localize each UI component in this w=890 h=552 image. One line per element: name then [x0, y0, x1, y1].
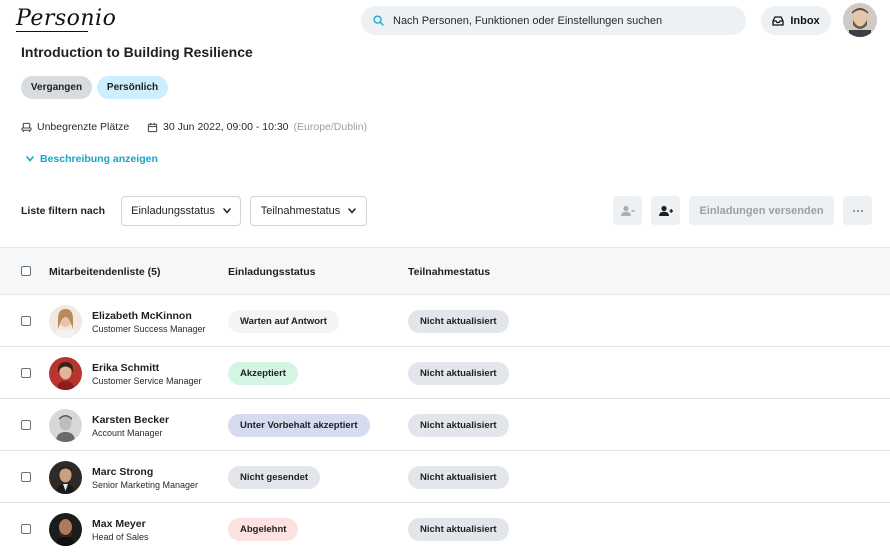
invite-status-filter[interactable]: Einladungsstatus — [121, 196, 241, 226]
row-checkbox[interactable] — [21, 472, 31, 482]
avatar — [49, 305, 82, 338]
add-participant-button[interactable] — [651, 196, 680, 225]
employee-role: Senior Marketing Manager — [92, 480, 199, 490]
more-horizontal-icon — [852, 209, 864, 213]
show-description-label: Beschreibung anzeigen — [40, 153, 158, 165]
invite-status-badge: Unter Vorbehalt akzeptiert — [228, 414, 370, 437]
column-header-employees[interactable]: Mitarbeitendenliste (5) — [49, 266, 160, 278]
attendance-status-badge: Nicht aktualisiert — [408, 466, 509, 489]
employee-role: Account Manager — [92, 428, 163, 438]
personio-logo[interactable]: Personio — [16, 6, 116, 31]
date-text: 30 Jun 2022, 09:00 - 10:30 — [163, 121, 289, 133]
inbox-icon — [772, 15, 784, 26]
employee-name[interactable]: Elizabeth McKinnon — [92, 310, 192, 322]
user-plus-icon — [658, 205, 674, 217]
chevron-down-icon — [348, 208, 356, 214]
inbox-label: Inbox — [790, 14, 820, 27]
table-row[interactable]: Elizabeth McKinnon Customer Success Mana… — [0, 295, 890, 347]
row-checkbox[interactable] — [21, 316, 31, 326]
user-minus-icon — [620, 205, 636, 217]
search-bar[interactable] — [361, 6, 746, 35]
employee-role: Head of Sales — [92, 532, 149, 542]
calendar-icon — [147, 122, 158, 133]
seats-info: Unbegrenzte Plätze — [21, 121, 129, 133]
more-options-button[interactable] — [843, 196, 872, 225]
row-checkbox[interactable] — [21, 420, 31, 430]
attendance-status-badge: Nicht aktualisiert — [408, 310, 509, 333]
select-all-checkbox[interactable] — [21, 266, 31, 276]
avatar — [49, 461, 82, 494]
seats-text: Unbegrenzte Plätze — [37, 121, 130, 133]
invite-status-badge: Abgelehnt — [228, 518, 299, 541]
send-invites-button[interactable]: Einladungen versenden — [689, 196, 834, 225]
top-bar: Personio Inbox — [0, 0, 890, 42]
column-header-invite-status[interactable]: Einladungsstatus — [228, 266, 316, 278]
avatar — [49, 513, 82, 546]
table-row[interactable]: Max Meyer Head of Sales Abgelehnt Nicht … — [0, 503, 890, 552]
attendance-status-badge: Nicht aktualisiert — [408, 362, 509, 385]
invite-status-badge: Nicht gesendet — [228, 466, 321, 489]
row-checkbox[interactable] — [21, 368, 31, 378]
attendance-status-filter[interactable]: Teilnahmestatus — [250, 196, 367, 226]
employee-name[interactable]: Erika Schmitt — [92, 362, 159, 374]
attendance-status-filter-label: Teilnahmestatus — [260, 205, 341, 217]
seat-icon — [21, 122, 32, 133]
invite-status-filter-label: Einladungsstatus — [131, 205, 215, 217]
inbox-button[interactable]: Inbox — [761, 6, 831, 35]
chevron-down-icon — [223, 208, 231, 214]
chevron-down-icon — [26, 156, 34, 162]
timezone-text: (Europe/Dublin) — [293, 121, 368, 133]
attendance-status-badge: Nicht aktualisiert — [408, 518, 509, 541]
table-row[interactable]: Karsten Becker Account Manager Unter Vor… — [0, 399, 890, 451]
status-chip-past: Vergangen — [21, 76, 92, 99]
employee-name[interactable]: Karsten Becker — [92, 414, 169, 426]
table-row[interactable]: Marc Strong Senior Marketing Manager Nic… — [0, 451, 890, 503]
logo-underline — [16, 31, 88, 32]
filter-label: Liste filtern nach — [21, 205, 106, 217]
page-title: Introduction to Building Resilience — [21, 44, 253, 60]
remove-participant-button[interactable] — [613, 196, 642, 225]
column-header-attendance-status[interactable]: Teilnahmestatus — [408, 266, 490, 278]
date-info: 30 Jun 2022, 09:00 - 10:30 (Europe/Dubli… — [147, 121, 367, 133]
attendance-status-badge: Nicht aktualisiert — [408, 414, 509, 437]
employee-role: Customer Service Manager — [92, 376, 202, 386]
invite-status-badge: Akzeptiert — [228, 362, 298, 385]
search-input[interactable] — [393, 14, 713, 27]
employee-name[interactable]: Marc Strong — [92, 466, 153, 478]
search-icon — [373, 15, 384, 26]
employee-name[interactable]: Max Meyer — [92, 518, 146, 530]
table-header: Mitarbeitendenliste (5) Einladungsstatus… — [0, 247, 890, 295]
show-description-link[interactable]: Beschreibung anzeigen — [26, 153, 158, 165]
avatar — [49, 409, 82, 442]
user-avatar[interactable] — [843, 3, 877, 37]
row-checkbox[interactable] — [21, 524, 31, 534]
invite-status-badge: Warten auf Antwort — [228, 310, 339, 333]
type-chip-personal: Persönlich — [97, 76, 168, 99]
avatar — [49, 357, 82, 390]
employee-role: Customer Success Manager — [92, 324, 206, 334]
table-row[interactable]: Erika Schmitt Customer Service Manager A… — [0, 347, 890, 399]
